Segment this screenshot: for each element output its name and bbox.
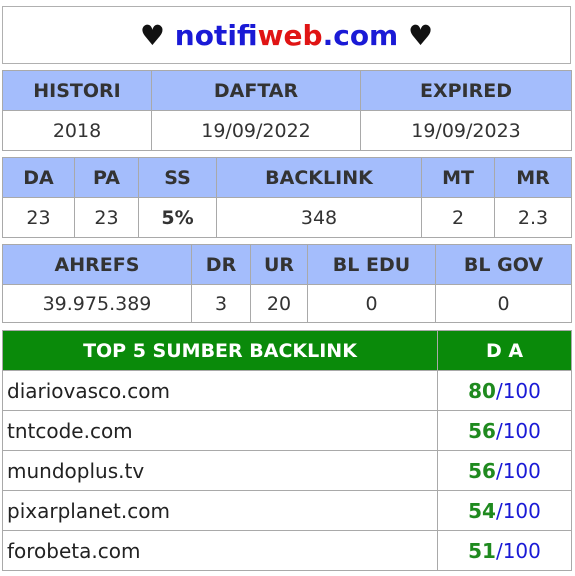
site-title-part-1: notifi [174, 18, 258, 52]
daftar-header: DAFTAR [151, 70, 361, 111]
table-row: tntcode.com 56/100 [2, 410, 572, 451]
daftar-value: 19/09/2022 [151, 110, 361, 151]
site-title-part-2: web [257, 18, 323, 52]
heart-icon: ♥ [139, 18, 166, 52]
top-backlinks-table: TOP 5 SUMBER BACKLINK D A diariovasco.co… [2, 330, 572, 571]
ss-header: SS [138, 157, 217, 198]
table-row: forobeta.com 51/100 [2, 530, 572, 571]
mr-value: 2.3 [494, 197, 572, 238]
da-max: /100 [495, 538, 541, 563]
da-column-header: D A [437, 330, 572, 371]
site-title: ♥ notifiweb.com ♥ [2, 6, 571, 64]
pa-header: PA [74, 157, 139, 198]
metrics-table: DA PA SS BACKLINK MT MR 23 23 5% 348 2 2… [2, 157, 572, 238]
table-row: pixarplanet.com 54/100 [2, 490, 572, 531]
bl-gov-value: 0 [435, 284, 572, 323]
backlink-domain: forobeta.com [2, 530, 438, 571]
da-score: 54 [468, 498, 496, 523]
da-max: /100 [495, 378, 541, 403]
history-table: HISTORI DAFTAR EXPIRED 2018 19/09/2022 1… [2, 70, 572, 151]
mt-header: MT [421, 157, 495, 198]
da-max: /100 [495, 498, 541, 523]
da-score: 80 [468, 378, 496, 403]
ahrefs-header: AHREFS [2, 244, 192, 285]
heart-icon: ♥ [407, 18, 434, 52]
backlink-header: BACKLINK [216, 157, 422, 198]
da-max: /100 [495, 418, 541, 443]
seo-stats-widget: ♥ notifiweb.com ♥ HISTORI DAFTAR EXPIRED… [0, 0, 575, 576]
site-title-part-3: .com [322, 18, 399, 52]
da-value: 23 [2, 197, 75, 238]
da-score: 56 [468, 458, 496, 483]
backlink-da: 51/100 [437, 530, 572, 571]
ss-value: 5% [138, 197, 217, 238]
da-score: 51 [468, 538, 496, 563]
ur-value: 20 [250, 284, 308, 323]
backlink-da: 80/100 [437, 370, 572, 411]
ahrefs-value: 39.975.389 [2, 284, 192, 323]
backlink-value: 348 [216, 197, 422, 238]
histori-header: HISTORI [2, 70, 152, 111]
backlink-da: 56/100 [437, 410, 572, 451]
backlink-domain: mundoplus.tv [2, 450, 438, 491]
expired-value: 19/09/2023 [360, 110, 572, 151]
expired-header: EXPIRED [360, 70, 572, 111]
da-header: DA [2, 157, 75, 198]
bl-edu-value: 0 [307, 284, 436, 323]
backlink-domain: diariovasco.com [2, 370, 438, 411]
histori-value: 2018 [2, 110, 152, 151]
da-score: 56 [468, 418, 496, 443]
dr-value: 3 [191, 284, 251, 323]
backlink-da: 54/100 [437, 490, 572, 531]
bl-gov-header: BL GOV [435, 244, 572, 285]
backlink-da: 56/100 [437, 450, 572, 491]
backlink-domain: pixarplanet.com [2, 490, 438, 531]
table-row: mundoplus.tv 56/100 [2, 450, 572, 491]
table-row: diariovasco.com 80/100 [2, 370, 572, 411]
top-backlinks-header: TOP 5 SUMBER BACKLINK [2, 330, 438, 371]
backlink-domain: tntcode.com [2, 410, 438, 451]
da-max: /100 [495, 458, 541, 483]
bl-edu-header: BL EDU [307, 244, 436, 285]
pa-value: 23 [74, 197, 139, 238]
mt-value: 2 [421, 197, 495, 238]
ur-header: UR [250, 244, 308, 285]
ahrefs-table: AHREFS DR UR BL EDU BL GOV 39.975.389 3 … [2, 244, 572, 323]
site-title-box: ♥ notifiweb.com ♥ [2, 6, 571, 64]
mr-header: MR [494, 157, 572, 198]
dr-header: DR [191, 244, 251, 285]
